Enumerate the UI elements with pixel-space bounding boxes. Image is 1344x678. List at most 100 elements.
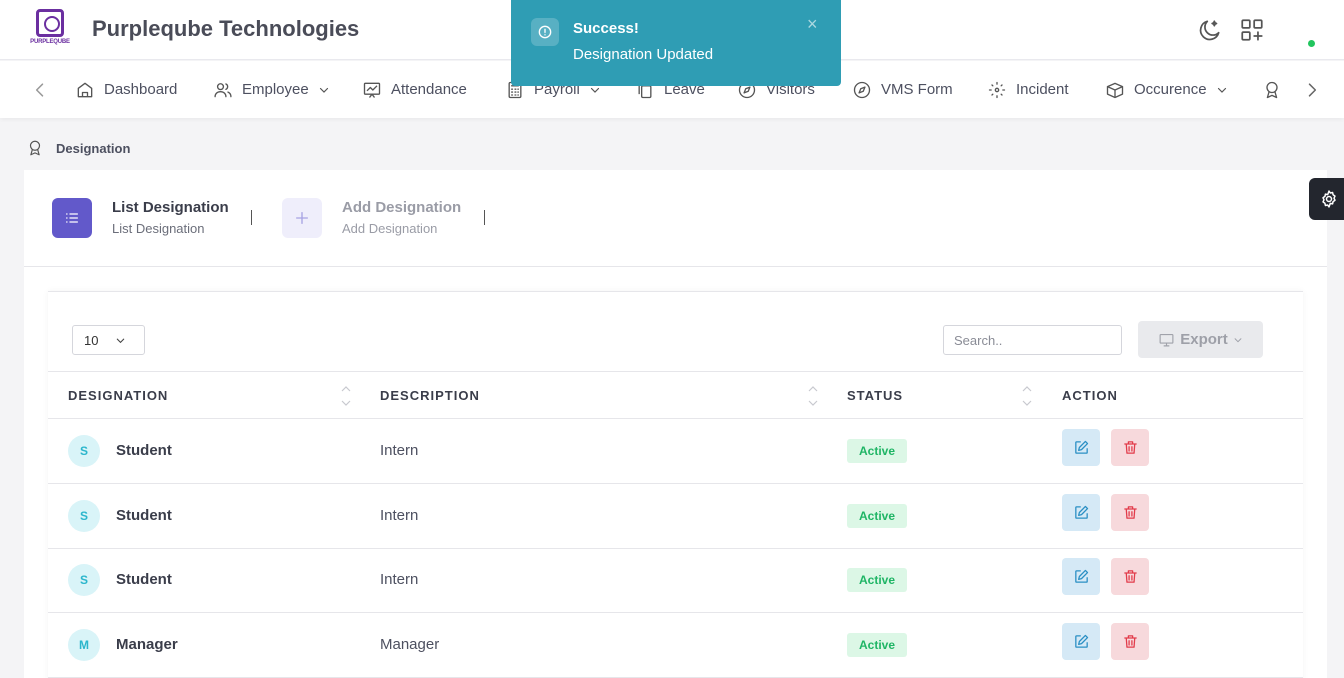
edit-icon	[1074, 440, 1088, 454]
box-icon	[1106, 82, 1124, 98]
award-icon	[29, 140, 41, 156]
avatar: S	[68, 564, 100, 596]
info-circle-icon	[531, 18, 559, 46]
users-icon	[214, 82, 232, 97]
logo-text: PURPLEQUBE	[30, 39, 70, 45]
monitor-export-icon	[1159, 333, 1174, 347]
toast-message: Designation Updated	[573, 46, 714, 63]
tab-strip: List Designation List Designation Add De…	[24, 170, 1327, 267]
nav-item-vms-form[interactable]: VMS Form	[852, 61, 953, 118]
column-header-action: ACTION	[1062, 388, 1118, 403]
breadcrumb-label: Designation	[56, 140, 131, 156]
description-cell: Intern	[380, 571, 419, 588]
company-logo[interactable]: PURPLEQUBE	[30, 9, 70, 49]
table-row: S Student Intern Active	[48, 419, 1303, 484]
edit-icon	[1074, 505, 1088, 519]
table-container: 10 Export DESIGNATION DESCRIPTION STATUS…	[48, 291, 1303, 678]
status-badge: Active	[847, 439, 907, 463]
settings-toggle-button[interactable]	[1309, 178, 1344, 220]
column-header-description[interactable]: DESCRIPTION	[380, 388, 480, 403]
tab-divider	[484, 210, 485, 225]
compass-icon	[853, 81, 871, 98]
status-badge: Active	[847, 568, 907, 592]
search-input[interactable]	[943, 325, 1122, 355]
plus-icon	[296, 212, 308, 224]
page-length-select[interactable]: 10	[72, 325, 145, 355]
tab-list-subtitle: List Designation	[112, 221, 205, 236]
nav-item-occurence[interactable]: Occurence	[1105, 61, 1228, 118]
column-header-status[interactable]: STATUS	[847, 388, 903, 403]
chevron-down-icon	[319, 87, 328, 93]
nav-scroll-right-icon[interactable]	[1302, 80, 1322, 100]
dark-mode-icon[interactable]	[1197, 17, 1223, 43]
nav-item-dashboard[interactable]: Dashboard	[75, 61, 177, 118]
edit-button[interactable]	[1062, 623, 1100, 660]
delete-button[interactable]	[1111, 429, 1149, 466]
online-status-dot	[1308, 40, 1315, 47]
nav-label-attendance: Attendance	[391, 81, 467, 98]
table-row: M Manager Manager Active	[48, 613, 1303, 678]
designation-cell: Student	[116, 442, 172, 459]
toast-title: Success!	[573, 20, 639, 37]
status-badge: Active	[847, 504, 907, 528]
nav-label-occurence: Occurence	[1134, 81, 1207, 98]
table-header: DESIGNATION DESCRIPTION STATUS ACTION	[48, 371, 1303, 419]
delete-button[interactable]	[1111, 623, 1149, 660]
tab-add-subtitle: Add Designation	[342, 221, 438, 236]
home-icon	[77, 82, 93, 97]
edit-icon	[1074, 569, 1088, 583]
nav-scroll-left-icon[interactable]	[30, 80, 50, 100]
avatar: M	[68, 629, 100, 661]
award-icon	[1266, 81, 1278, 98]
trash-icon	[1123, 506, 1137, 519]
page-length-value: 10	[84, 332, 99, 348]
designation-cell: Student	[116, 507, 172, 524]
tab-add-title[interactable]: Add Designation	[342, 199, 461, 216]
delete-button[interactable]	[1111, 494, 1149, 531]
designation-cell: Student	[116, 571, 172, 588]
edit-button[interactable]	[1062, 494, 1100, 531]
breadcrumb: Designation	[26, 139, 130, 157]
designation-card: List Designation List Designation Add De…	[24, 170, 1327, 678]
nav-item-designation[interactable]	[1262, 61, 1291, 118]
table-row: S Student Intern Active	[48, 548, 1303, 613]
nav-label-dashboard: Dashboard	[104, 81, 178, 98]
tab-list-designation[interactable]	[52, 198, 92, 238]
description-cell: Intern	[380, 507, 419, 524]
nav-item-incident[interactable]: Incident	[987, 61, 1069, 118]
presentation-chart-icon	[363, 82, 381, 98]
trash-icon	[1123, 441, 1137, 454]
avatar: S	[68, 435, 100, 467]
delete-button[interactable]	[1111, 558, 1149, 595]
trash-icon	[1123, 570, 1137, 583]
list-icon	[66, 213, 78, 223]
nav-label-incident: Incident	[1016, 81, 1069, 98]
description-cell: Intern	[380, 442, 419, 459]
nav-item-attendance[interactable]: Attendance	[362, 61, 467, 118]
close-icon[interactable]: ×	[807, 14, 818, 35]
chevron-down-icon	[116, 338, 125, 344]
nav-item-employee[interactable]: Employee	[213, 61, 330, 118]
tab-add-designation[interactable]	[282, 198, 322, 238]
table-row: S Student Intern Active	[48, 484, 1303, 549]
sort-icon[interactable]	[341, 383, 351, 409]
nav-label-employee: Employee	[242, 81, 309, 98]
chevron-down-icon	[1234, 337, 1242, 342]
tab-list-title[interactable]: List Designation	[112, 199, 229, 216]
focus-icon	[988, 81, 1006, 98]
export-label: Export	[1180, 331, 1228, 348]
chevron-down-icon	[1217, 87, 1226, 93]
edit-button[interactable]	[1062, 558, 1100, 595]
company-name: Purpleqube Technologies	[92, 16, 360, 41]
edit-button[interactable]	[1062, 429, 1100, 466]
apps-grid-icon[interactable]	[1239, 17, 1265, 43]
column-header-designation[interactable]: DESIGNATION	[68, 388, 168, 403]
sort-icon[interactable]	[1022, 383, 1032, 409]
edit-icon	[1074, 634, 1088, 648]
gear-icon	[1322, 190, 1336, 208]
description-cell: Manager	[380, 636, 440, 653]
export-button[interactable]: Export	[1138, 321, 1263, 358]
avatar: S	[68, 500, 100, 532]
designation-cell: Manager	[116, 636, 178, 653]
sort-icon[interactable]	[808, 383, 818, 409]
